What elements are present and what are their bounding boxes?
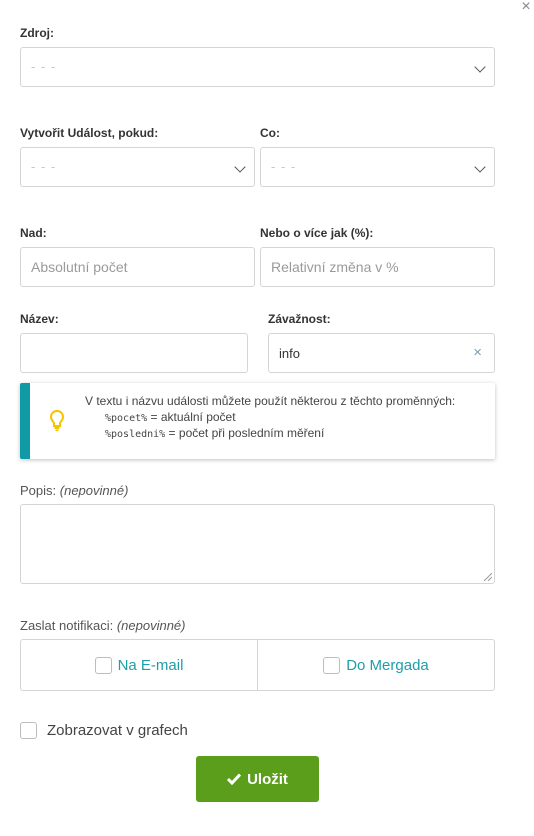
above-input[interactable]: Absolutní počet [20,247,255,287]
notification-label: Zaslat notifikaci: (nepovinné) [20,618,185,633]
name-label: Název: [20,312,59,326]
severity-select-value: info [279,346,300,361]
severity-label: Závažnost: [268,312,331,326]
notify-email-option[interactable]: Na E-mail [21,640,257,690]
description-textarea[interactable] [20,504,495,584]
close-icon[interactable]: × [519,0,533,15]
what-select[interactable]: - - - [260,147,495,187]
notify-mergado-checkbox[interactable] [323,656,341,674]
chevron-down-icon [234,161,246,173]
show-in-graphs-checkbox[interactable] [20,722,37,739]
info-variable-last: %posledni% = počet při posledním měření [105,426,324,440]
lightbulb-icon [50,410,64,431]
checkmark-icon [227,773,242,785]
notify-mergado-label[interactable]: Do Mergada [346,657,429,674]
save-button[interactable]: Uložit [196,756,319,802]
save-button-label: Uložit [247,770,288,788]
description-label: Popis: (nepovinné) [20,483,128,498]
description-optional: (nepovinné) [59,483,129,498]
what-select-value: - - - [271,159,297,174]
variable-description: = aktuální počet [147,410,236,424]
name-input[interactable] [20,333,248,373]
info-text: V textu i názvu události můžete použít n… [85,394,456,408]
clear-icon[interactable]: × [473,344,482,361]
chevron-down-icon [474,61,486,73]
show-in-graphs-option[interactable]: Zobrazovat v grafech [20,722,188,739]
info-variable-count: %pocet% = aktuální počet [105,410,236,424]
or-more-input-placeholder: Relativní změna v % [271,259,399,275]
notify-mergado-option[interactable]: Do Mergada [257,640,494,690]
variable-description: = počet při posledním měření [165,426,325,440]
source-select-value: - - - [31,59,57,74]
condition-label: Vytvořit Událost, pokud: [20,126,159,140]
or-more-input[interactable]: Relativní změna v % [260,247,495,287]
variable-code: %pocet% [105,413,148,424]
resize-handle-icon[interactable] [484,573,492,581]
severity-select[interactable]: info × [268,333,495,373]
show-in-graphs-label[interactable]: Zobrazovat v grafech [47,722,188,739]
chevron-down-icon [474,161,486,173]
or-more-label: Nebo o více jak (%): [260,226,374,240]
source-label: Zdroj: [20,26,54,40]
notify-email-checkbox[interactable] [94,656,112,674]
description-label-text: Popis: [20,483,57,498]
condition-select[interactable]: - - - [20,147,255,187]
notification-optional: (nepovinné) [116,618,186,633]
above-input-placeholder: Absolutní počet [31,259,128,275]
notification-options: Na E-mail Do Mergada [20,639,495,691]
notify-email-label[interactable]: Na E-mail [118,657,184,674]
source-select[interactable]: - - - [20,47,495,87]
notification-label-text: Zaslat notifikaci: [20,618,114,633]
what-label: Co: [260,126,280,140]
variables-info-box: V textu i názvu události můžete použít n… [20,383,495,459]
variable-code: %posledni% [105,429,166,440]
condition-select-value: - - - [31,159,57,174]
above-label: Nad: [20,226,47,240]
